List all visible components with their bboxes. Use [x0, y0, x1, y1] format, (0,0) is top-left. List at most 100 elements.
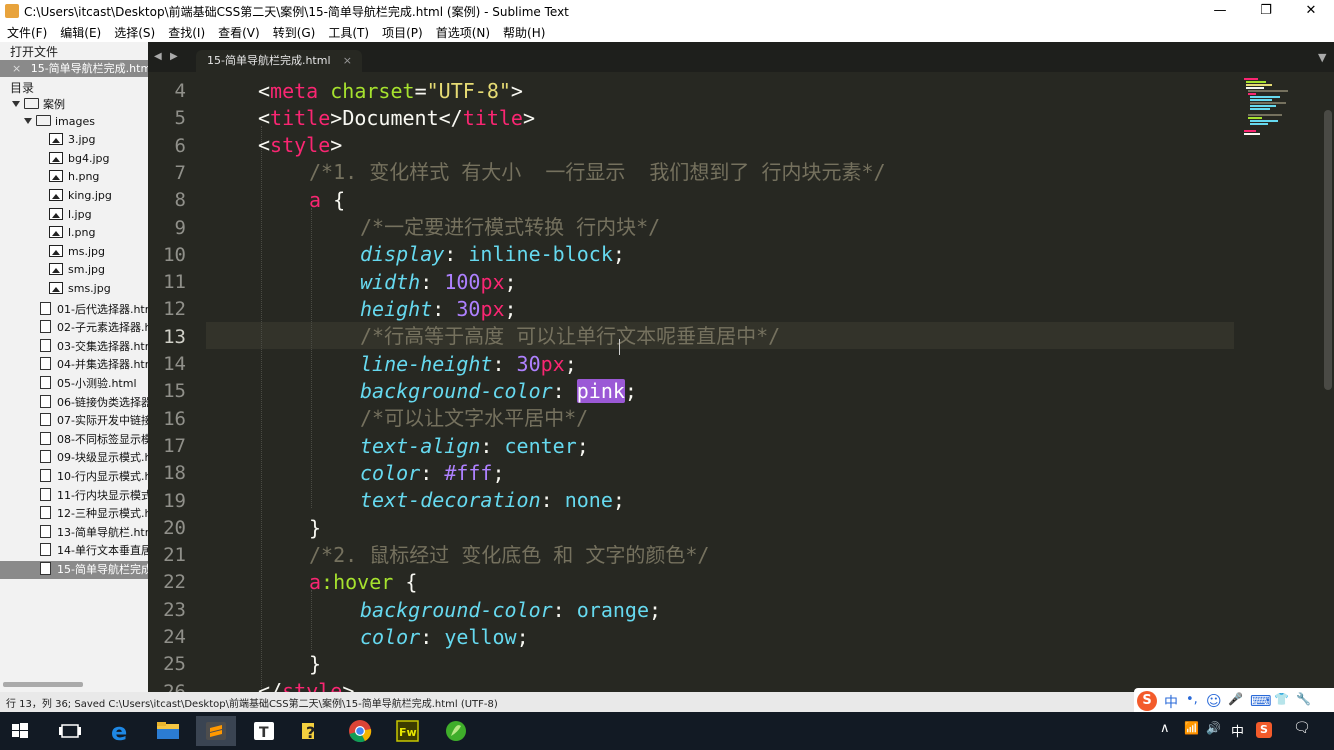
tree-file[interactable]: 11-行内块显示模式.html: [0, 487, 148, 505]
close-window-button[interactable]: ✕: [1288, 0, 1334, 22]
maximize-button[interactable]: ❐: [1243, 0, 1289, 22]
sogou-logo-icon[interactable]: S: [1137, 691, 1157, 711]
menu-help[interactable]: 帮助(H): [496, 22, 551, 41]
tree-file[interactable]: 03-交集选择器.html: [0, 338, 148, 356]
tree-label: 15-简单导航栏完成.html: [57, 563, 148, 576]
tree-file[interactable]: 13-简单导航栏.html: [0, 524, 148, 542]
tree-file[interactable]: 07-实际开发中链接伪类.html: [0, 412, 148, 430]
fireworks-icon[interactable]: Fw: [388, 716, 428, 746]
code-line-16: /*可以让文字水平居中*/: [360, 406, 589, 430]
tree-file[interactable]: 12-三种显示模式.html: [0, 505, 148, 523]
line-number: 7: [174, 161, 186, 184]
menu-find[interactable]: 查找(I): [161, 22, 211, 41]
menu-preferences[interactable]: 首选项(N): [429, 22, 496, 41]
tree-file[interactable]: ms.jpg: [0, 244, 148, 263]
start-icon[interactable]: [0, 716, 40, 746]
tree-file[interactable]: l.png: [0, 226, 148, 244]
tree-folder-root[interactable]: 案例: [0, 96, 148, 114]
line-number: 13: [163, 325, 186, 348]
menu-view[interactable]: 查看(V): [211, 22, 266, 41]
code-line-10: display: inline-block;: [360, 242, 625, 266]
image-file-icon: [49, 151, 63, 164]
menu-goto[interactable]: 转到(G): [266, 22, 322, 41]
tree-file[interactable]: 15-简单导航栏完成.html: [0, 561, 148, 579]
ime-keyboard-icon[interactable]: ⌨: [1250, 692, 1272, 710]
help-icon[interactable]: ?: [292, 716, 332, 746]
edge-icon[interactable]: e: [100, 716, 140, 746]
scrollbar-thumb[interactable]: [1324, 110, 1332, 390]
file-icon: [40, 487, 51, 501]
vertical-scrollbar[interactable]: [1322, 72, 1334, 692]
sogou-tray-icon[interactable]: S: [1256, 722, 1272, 738]
tree-label: 01-后代选择器.html: [57, 302, 148, 316]
line-number: 8: [174, 189, 186, 212]
line-number: 17: [163, 434, 186, 457]
menu-project[interactable]: 项目(P): [375, 22, 429, 41]
minimize-button[interactable]: —: [1197, 0, 1243, 22]
ime-lang-icon[interactable]: 中: [1164, 692, 1178, 712]
file-icon: [40, 301, 51, 315]
tree-label: h.png: [68, 170, 100, 184]
input-lang-indicator[interactable]: 中: [1231, 721, 1244, 740]
tree-file[interactable]: 01-后代选择器.html: [0, 301, 148, 319]
tree-file[interactable]: l.jpg: [0, 207, 148, 226]
code-line-21: /*2. 鼠标经过 变化底色 和 文字的颜色*/: [309, 543, 710, 567]
tree-file[interactable]: sms.jpg: [0, 282, 148, 300]
code-editor[interactable]: <meta charset="UTF-8"> <title>Document</…: [206, 72, 1236, 692]
tree-file[interactable]: 09-块级显示模式.html: [0, 449, 148, 467]
tree-label: l.png: [68, 226, 96, 240]
ime-mic-icon[interactable]: 🎤: [1228, 692, 1243, 706]
menu-selection[interactable]: 选择(S): [107, 22, 161, 41]
open-file-label: 15-简单导航栏完成.html: [30, 62, 148, 75]
ime-punct-icon[interactable]: •,: [1186, 692, 1198, 707]
line-number: 25: [163, 653, 186, 676]
tab-15-html[interactable]: 15-简单导航栏完成.html ×: [196, 50, 362, 72]
menu-tools[interactable]: 工具(T): [321, 22, 375, 41]
tree-file[interactable]: 02-子元素选择器.html: [0, 319, 148, 337]
file-icon: [40, 338, 51, 352]
typora-icon[interactable]: T: [244, 716, 284, 746]
minimap[interactable]: [1236, 72, 1322, 692]
notification-icon[interactable]: 🗨: [1293, 720, 1311, 736]
image-file-icon: [49, 282, 63, 294]
tree-file[interactable]: bg4.jpg: [0, 151, 148, 170]
expand-arrow-icon[interactable]: [24, 117, 32, 124]
tab-close-icon[interactable]: ×: [343, 50, 352, 72]
task-view-icon[interactable]: [50, 716, 90, 746]
tree-file[interactable]: h.png: [0, 170, 148, 188]
tree-file[interactable]: 05-小测验.html: [0, 375, 148, 393]
tab-back-icon[interactable]: ◀: [154, 51, 162, 62]
tray-overflow-icon[interactable]: ∧: [1160, 721, 1170, 736]
ime-tools-icon[interactable]: 🔧: [1296, 692, 1311, 706]
svg-text:T: T: [259, 725, 269, 741]
tree-file[interactable]: 10-行内显示模式.html: [0, 468, 148, 486]
expand-arrow-icon[interactable]: [12, 101, 20, 107]
tree-file[interactable]: sm.jpg: [0, 263, 148, 281]
tree-folder-images[interactable]: images: [0, 114, 148, 133]
volume-icon[interactable]: 🔊: [1206, 721, 1221, 735]
tab-dropdown-icon[interactable]: ▼: [1318, 51, 1326, 64]
green-app-icon[interactable]: [436, 716, 476, 746]
tree-file[interactable]: 06-链接伪类选择器.html: [0, 394, 148, 412]
wifi-icon[interactable]: 📶: [1184, 721, 1199, 735]
tree-file[interactable]: king.jpg: [0, 189, 148, 207]
open-file-item[interactable]: × 15-简单导航栏完成.html: [0, 60, 148, 77]
ime-skin-icon[interactable]: 👕: [1274, 692, 1289, 706]
tree-file[interactable]: 04-并集选择器.html: [0, 356, 148, 374]
chrome-icon[interactable]: [340, 716, 380, 746]
menu-edit[interactable]: 编辑(E): [53, 22, 107, 41]
code-line-20: }: [309, 516, 322, 540]
tree-file[interactable]: 14-单行文本垂直居中.html: [0, 542, 148, 560]
image-file-icon: [49, 189, 63, 201]
tree-file[interactable]: 08-不同标签显示模式.html: [0, 431, 148, 449]
ime-emoji-icon[interactable]: ☺: [1206, 692, 1222, 710]
menu-bar: 文件(F) 编辑(E) 选择(S) 查找(I) 查看(V) 转到(G) 工具(T) 项目(P)…: [0, 22, 1334, 42]
taskbar: e T ? Fw ∧ 📶 🔊 中 S 🗨: [0, 712, 1334, 750]
tab-forward-icon[interactable]: ▶: [170, 51, 178, 62]
open-file-close-icon[interactable]: ×: [0, 62, 21, 75]
sidebar-scrollbar[interactable]: [3, 682, 83, 687]
explorer-icon[interactable]: [148, 716, 188, 746]
tree-file[interactable]: 3.jpg: [0, 133, 148, 151]
sublime-icon[interactable]: [196, 716, 236, 746]
menu-file[interactable]: 文件(F): [0, 22, 53, 41]
